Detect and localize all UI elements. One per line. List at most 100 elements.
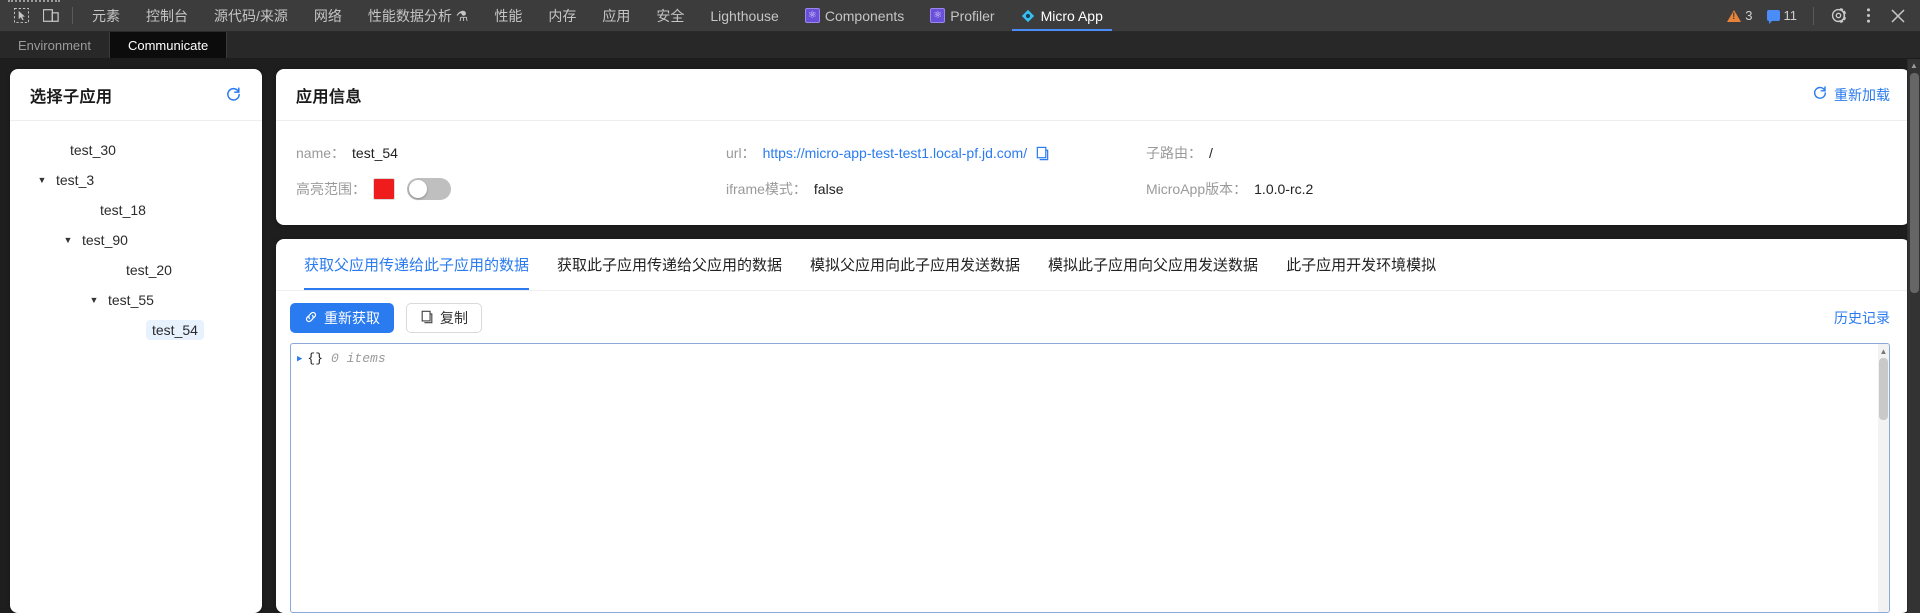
tab-simulate-parent-send[interactable]: 模拟父应用向此子应用发送数据 xyxy=(796,239,1034,290)
highlight-toggle[interactable] xyxy=(407,178,451,200)
device-toolbar-icon[interactable] xyxy=(36,0,66,31)
tree-item-label: test_30 xyxy=(70,141,116,158)
tab-performance[interactable]: 性能 xyxy=(481,0,535,31)
tree-item-label: test_54 xyxy=(146,319,204,341)
chevron-down-icon[interactable]: ▼ xyxy=(86,295,102,305)
message-count[interactable]: 11 xyxy=(1761,8,1804,24)
app-info-row-2: 高亮范围： iframe模式： false MicroApp版本： 1.0.0-… xyxy=(296,171,1890,207)
reload-button[interactable]: 重新加载 xyxy=(1812,85,1890,105)
tab-elements[interactable]: 元素 xyxy=(79,0,133,31)
scroll-up-icon[interactable]: ▲ xyxy=(1879,346,1888,356)
tab-label: 元素 xyxy=(92,7,120,24)
chevron-down-icon[interactable]: ▼ xyxy=(34,175,50,185)
tab-label: 获取此子应用传递给父应用的数据 xyxy=(557,257,783,274)
microapp-version-value: 1.0.0-rc.2 xyxy=(1254,181,1314,197)
communicate-tab-list: 获取父应用传递给此子应用的数据 获取此子应用传递给父应用的数据 模拟父应用向此子… xyxy=(276,239,1910,291)
history-link[interactable]: 历史记录 xyxy=(1834,308,1890,328)
tab-simulate-child-send[interactable]: 模拟此子应用向父应用发送数据 xyxy=(1034,239,1272,290)
tab-profiler[interactable]: ⚛ Profiler xyxy=(917,0,1007,31)
tab-micro-app[interactable]: Micro App xyxy=(1008,0,1116,31)
tab-memory[interactable]: 内存 xyxy=(535,0,589,31)
tree-item-test_55[interactable]: ▼ test_55 xyxy=(10,285,262,315)
close-icon[interactable] xyxy=(1884,2,1912,30)
tree-item-label: test_90 xyxy=(82,231,128,248)
iframe-mode-field: iframe模式： false xyxy=(726,179,1146,199)
vertical-dots-icon[interactable] xyxy=(1854,2,1882,30)
tab-label: Lighthouse xyxy=(710,7,779,24)
scroll-up-icon[interactable]: ▲ xyxy=(1908,59,1920,72)
refetch-button-label: 重新获取 xyxy=(324,310,380,326)
highlight-color-swatch[interactable] xyxy=(373,178,395,200)
tab-label: 安全 xyxy=(656,7,685,24)
refetch-button[interactable]: 重新获取 xyxy=(290,303,394,333)
app-subroute-value: / xyxy=(1209,145,1213,161)
react-ext-icon: ⚛ xyxy=(804,8,820,23)
json-scrollbar[interactable]: ▲ xyxy=(1878,344,1889,612)
json-scrollbar-thumb[interactable] xyxy=(1879,358,1888,420)
tab-label: 网络 xyxy=(313,7,342,24)
app-name-label: name： xyxy=(296,145,346,161)
toolbar-divider xyxy=(72,7,73,24)
tab-sources[interactable]: 源代码/来源 xyxy=(201,0,301,31)
app-name-value: test_54 xyxy=(352,145,398,161)
tab-get-parent-to-child-data[interactable]: 获取父应用传递给此子应用的数据 xyxy=(290,239,543,290)
copy-button[interactable]: 复制 xyxy=(406,303,482,333)
toolbar-divider xyxy=(1813,6,1814,25)
tab-get-child-to-parent-data[interactable]: 获取此子应用传递给父应用的数据 xyxy=(543,239,796,290)
tab-performance-insights[interactable]: 性能数据分析 ⚗ xyxy=(355,0,481,31)
tree-item-test_30[interactable]: ▼ test_30 xyxy=(10,135,262,165)
tab-network[interactable]: 网络 xyxy=(301,0,355,31)
tab-application[interactable]: 应用 xyxy=(589,0,643,31)
react-ext-icon: ⚛ xyxy=(930,8,946,23)
microapp-subtab-bar: Environment Communicate xyxy=(0,32,1920,59)
tab-label: Components xyxy=(824,7,905,24)
page-scrollbar[interactable]: ▲ xyxy=(1907,59,1920,613)
json-item-count: 0 items xyxy=(331,351,386,366)
json-viewer[interactable]: ▶ {} 0 items ▲ xyxy=(290,343,1890,613)
tree-item-label: test_20 xyxy=(126,261,172,278)
json-root-line[interactable]: ▶ {} 0 items xyxy=(291,344,1889,366)
tab-lighthouse[interactable]: Lighthouse xyxy=(697,0,792,31)
highlight-range-label: 高亮范围： xyxy=(296,181,366,197)
tab-label: 模拟父应用向此子应用发送数据 xyxy=(810,257,1021,274)
devtools-toolbar: 元素 控制台 源代码/来源 网络 性能数据分析 ⚗ 性能 内存 应用 安全 Li… xyxy=(0,0,1920,32)
tree-item-test_18[interactable]: ▼ test_18 xyxy=(10,195,262,225)
tab-console[interactable]: 控制台 xyxy=(133,0,201,31)
micro-app-icon xyxy=(1021,8,1036,23)
inspect-element-icon[interactable] xyxy=(6,0,36,31)
tree-item-label: test_3 xyxy=(56,171,95,188)
warning-count-value: 3 xyxy=(1745,8,1753,23)
tree-item-test_20[interactable]: ▼ test_20 xyxy=(10,255,262,285)
chevron-right-icon[interactable]: ▶ xyxy=(297,354,302,364)
subtab-communicate[interactable]: Communicate xyxy=(109,32,228,58)
refresh-icon[interactable] xyxy=(225,86,242,103)
warning-count[interactable]: 3 xyxy=(1721,8,1758,23)
app-url-link[interactable]: https://micro-app-test-test1.local-pf.jd… xyxy=(763,145,1028,161)
tab-label: 此子应用开发环境模拟 xyxy=(1286,257,1437,274)
message-count-value: 11 xyxy=(1783,8,1798,23)
tree-item-test_90[interactable]: ▼ test_90 xyxy=(10,225,262,255)
warning-icon xyxy=(1727,9,1742,22)
json-root-value: {} xyxy=(307,351,324,366)
app-subroute-label: 子路由： xyxy=(1146,145,1202,161)
tab-dev-environment-simulation[interactable]: 此子应用开发环境模拟 xyxy=(1272,239,1450,290)
gear-icon[interactable] xyxy=(1824,2,1852,30)
tree-item-label: test_18 xyxy=(100,201,146,218)
iframe-mode-value: false xyxy=(813,181,844,197)
app-name-field: name： test_54 xyxy=(296,143,726,163)
tree-item-test_54[interactable]: ▼ test_54 xyxy=(10,315,262,345)
highlight-range-field: 高亮范围： xyxy=(296,178,726,200)
page-scrollbar-thumb[interactable] xyxy=(1910,73,1919,293)
tab-label: 模拟此子应用向父应用发送数据 xyxy=(1048,257,1259,274)
chevron-down-icon[interactable]: ▼ xyxy=(60,235,76,245)
link-icon xyxy=(304,310,318,327)
tab-security[interactable]: 安全 xyxy=(643,0,697,31)
tree-item-test_3[interactable]: ▼ test_3 xyxy=(10,165,262,195)
copy-icon[interactable] xyxy=(1035,146,1050,161)
app-url-label: url： xyxy=(726,145,756,161)
tab-components[interactable]: ⚛ Components xyxy=(792,0,917,31)
subtab-environment[interactable]: Environment xyxy=(0,32,110,58)
message-icon xyxy=(1766,10,1780,24)
iframe-mode-label: iframe模式： xyxy=(726,181,807,197)
subapp-tree: ▼ test_30 ▼ test_3 ▼ test_18 ▼ test_90 ▼… xyxy=(10,121,262,613)
